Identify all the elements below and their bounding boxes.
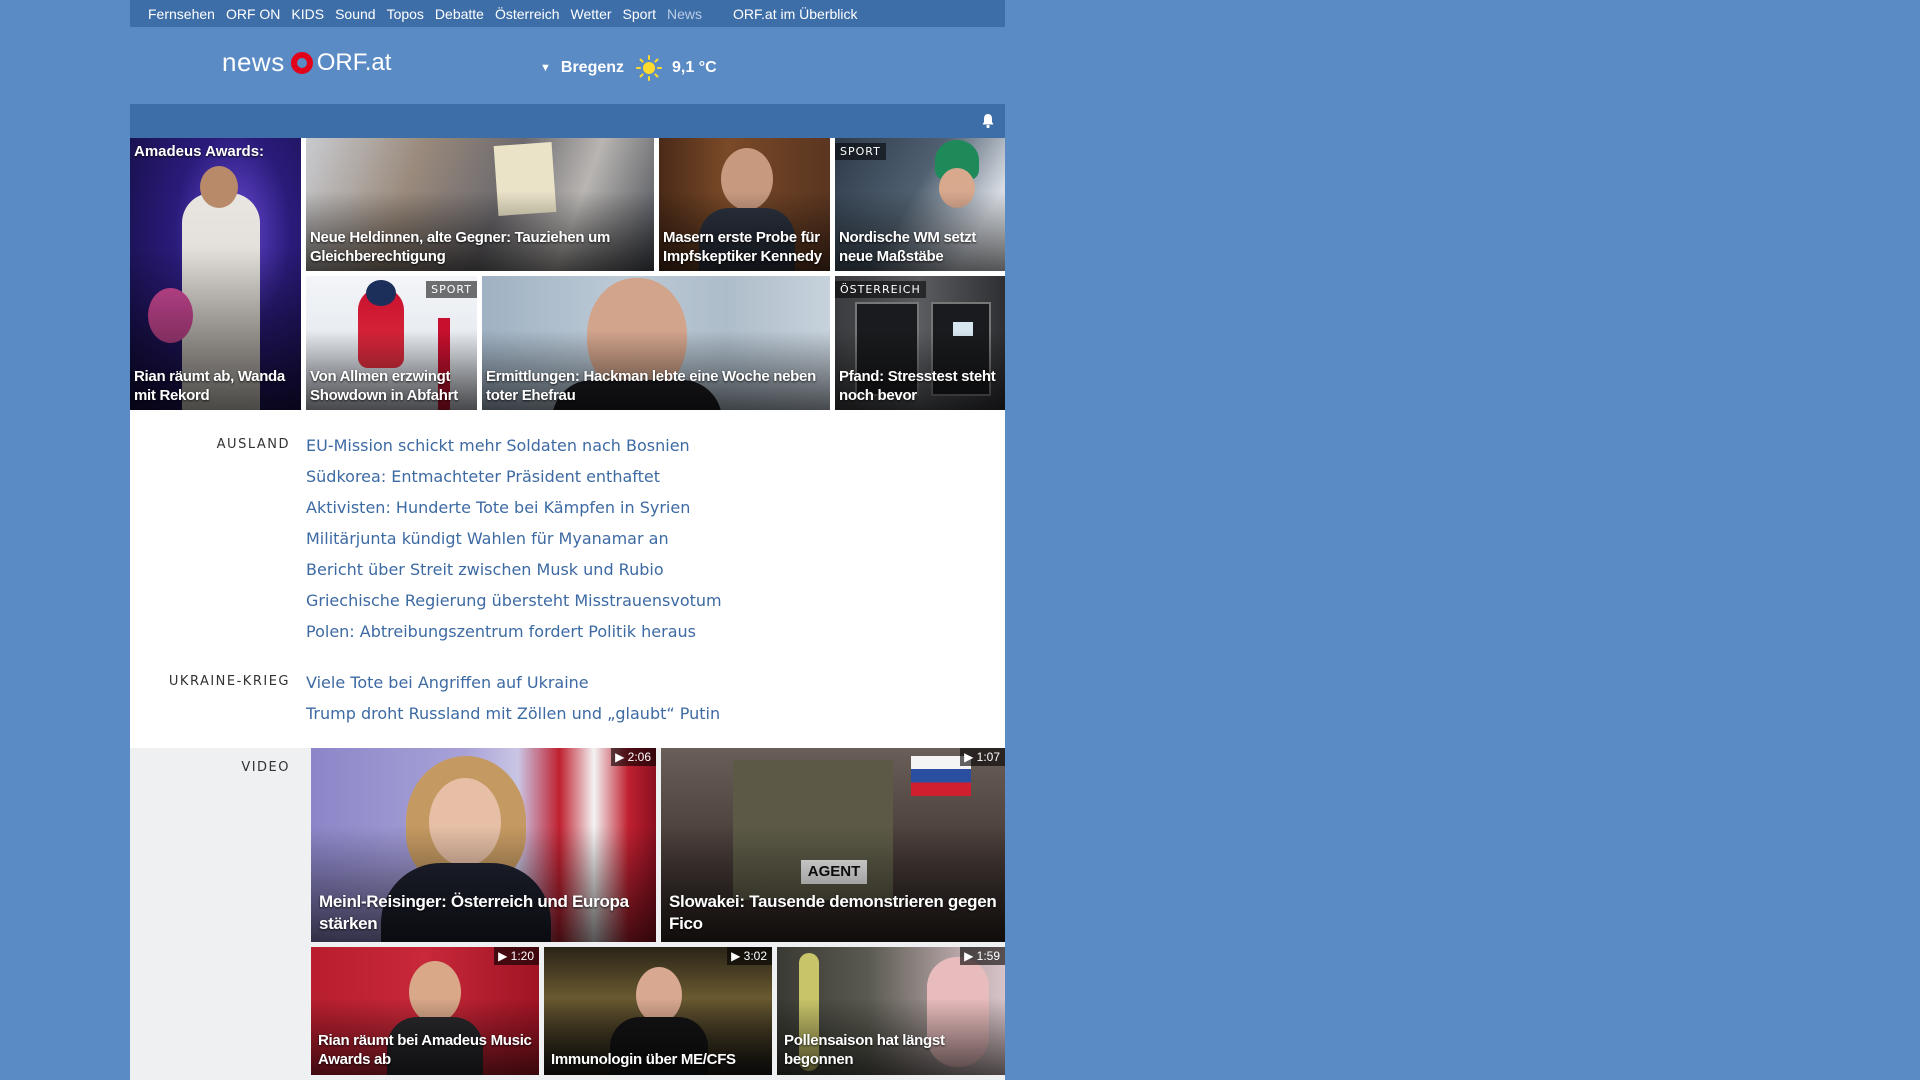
bell-icon[interactable] [981,113,995,129]
video-duration-text: 1:20 [510,949,534,963]
tile-caption: Von Allmen erzwingt Showdown in Abfahrt [310,368,458,404]
tile-hackman[interactable]: Ermittlungen: Hackman lebte eine Woche n… [482,276,830,410]
weather-location[interactable]: Bregenz [561,59,624,77]
video-caption: Immunologin über ME/CFS [551,1051,736,1068]
tile-top-label: Amadeus Awards: [134,143,265,160]
video-caption: Rian räumt bei Amadeus Music Awards ab [318,1032,532,1068]
video-tile[interactable]: AGENT ▶ 1:07 Slowakei: Tausende demonstr… [661,748,1005,942]
play-icon: ▶ [964,750,977,764]
section-ukraine-krieg: UKRAINE-KRIEG Viele Tote bei Angriffen a… [130,666,1005,728]
nav-sport[interactable]: Sport [623,6,656,22]
list-item: Südkorea: Entmachteter Präsident enthaft… [306,461,722,492]
video-tile[interactable]: ▶ 2:06 Meinl-Reisinger: Österreich und E… [311,748,656,942]
nav-overview[interactable]: ORF.at im Überblick [733,6,857,22]
section-label: AUSLAND [216,437,290,452]
video-duration-text: 1:07 [976,750,1000,764]
headline-link[interactable]: Trump droht Russland mit Zöllen und „gla… [306,704,720,723]
headline-link[interactable]: Bericht über Streit zwischen Musk und Ru… [306,560,664,579]
nav-orf-on[interactable]: ORF ON [226,6,280,22]
tile-caption: Nordische WM setzt neue Maßstäbe [839,229,977,265]
tile-amadeus-awards[interactable]: Amadeus Awards: Rian räumt ab, Wanda mit… [130,138,301,410]
tile-nordische-wm[interactable]: SPORT Nordische WM setzt neue Maßstäbe [835,138,1005,271]
list-item: Viele Tote bei Angriffen auf Ukraine [306,667,720,698]
nav-kids[interactable]: KIDS [291,6,324,22]
tile-masern[interactable]: Masern erste Probe für Impfskeptiker Ken… [659,138,830,271]
sun-icon [636,55,663,81]
list-item: Polen: Abtreibungszentrum fordert Politi… [306,616,722,647]
video-tile[interactable]: ▶ 1:20 Rian räumt bei Amadeus Music Awar… [311,947,539,1075]
play-icon: ▶ [731,949,744,963]
section-label: VIDEO [241,760,290,775]
section-ausland: AUSLAND EU-Mission schickt mehr Soldaten… [130,429,1005,646]
weather-widget[interactable]: ▼ Bregenz 9,1 °C [540,55,717,81]
headline-link[interactable]: Militärjunta kündigt Wahlen für Myanamar… [306,529,669,548]
video-caption: Meinl-Reisinger: Österreich und Europa s… [319,892,629,933]
tile-caption: Rian räumt ab, Wanda mit Rekord [134,368,285,404]
video-tile[interactable]: ▶ 1:59 Pollensaison hat längst begonnen [777,947,1005,1075]
video-duration: ▶ 3:02 [727,947,772,965]
list-item: Griechische Regierung übersteht Misstrau… [306,585,722,616]
video-section: VIDEO ▶ 2:06 Meinl-Reisinger: Österreich… [130,748,1005,1080]
page: Fernsehen ORF ON KIDS Sound Topos Debatt… [130,0,1005,1080]
tile-tag: ÖSTERREICH [835,281,926,298]
news-orf-logo[interactable]: news ORF.at [222,47,391,78]
nav-topos[interactable]: Topos [387,6,424,22]
tile-pfand[interactable]: ÖSTERREICH Pfand: Stresstest steht noch … [835,276,1005,410]
site-header: news ORF.at ▼ Bregenz 9,1 °C [130,27,1005,104]
play-icon: ▶ [964,949,977,963]
tile-caption: Masern erste Probe für Impfskeptiker Ken… [663,229,822,265]
headline-link[interactable]: Südkorea: Entmachteter Präsident enthaft… [306,467,660,486]
weather-temperature: 9,1 °C [672,59,717,76]
headline-link[interactable]: Aktivisten: Hunderte Tote bei Kämpfen in… [306,498,690,517]
tile-caption: Neue Heldinnen, alte Gegner: Tauziehen u… [310,229,610,265]
logo-news-text: news [222,47,285,77]
tile-tag: SPORT [835,143,886,160]
list-item: Aktivisten: Hunderte Tote bei Kämpfen in… [306,492,722,523]
orf-ring-icon [290,51,313,74]
news-lists: AUSLAND EU-Mission schickt mehr Soldaten… [130,410,1005,748]
nav-fernsehen[interactable]: Fernsehen [148,6,215,22]
video-caption: Slowakei: Tausende demonstrieren gegen F… [669,892,997,933]
top-navigation: Fernsehen ORF ON KIDS Sound Topos Debatt… [130,0,1005,27]
tile-caption: Ermittlungen: Hackman lebte eine Woche n… [486,368,816,404]
video-tile[interactable]: ▶ 3:02 Immunologin über ME/CFS [544,947,772,1075]
section-label: UKRAINE-KRIEG [168,674,290,689]
list-item: EU-Mission schickt mehr Soldaten nach Bo… [306,430,722,461]
notification-bar [130,104,1005,138]
video-duration: ▶ 1:59 [960,947,1005,965]
video-duration: ▶ 1:20 [494,947,539,965]
tile-von-allmen[interactable]: SPORT Von Allmen erzwingt Showdown in Ab… [306,276,477,410]
tile-tag: SPORT [426,281,477,298]
nav-news[interactable]: News [667,6,702,22]
tile-neue-heldinnen[interactable]: Neue Heldinnen, alte Gegner: Tauziehen u… [306,138,654,271]
video-caption: Pollensaison hat längst begonnen [784,1032,945,1068]
nav-wetter[interactable]: Wetter [571,6,612,22]
list-item: Bericht über Streit zwischen Musk und Ru… [306,554,722,585]
video-duration: ▶ 1:07 [960,748,1005,766]
play-icon: ▶ [615,750,628,764]
tile-figure-head [200,166,238,208]
play-icon: ▶ [498,949,511,963]
nav-debatte[interactable]: Debatte [435,6,484,22]
list-item: Trump droht Russland mit Zöllen und „gla… [306,698,720,729]
tile-helmet [366,280,396,306]
tile-caption: Pfand: Stresstest steht noch bevor [839,368,996,404]
headline-link[interactable]: EU-Mission schickt mehr Soldaten nach Bo… [306,436,690,455]
nav-sound[interactable]: Sound [335,6,375,22]
headline-link[interactable]: Polen: Abtreibungszentrum fordert Politi… [306,622,696,641]
headline-link[interactable]: Griechische Regierung übersteht Misstrau… [306,591,722,610]
video-duration: ▶ 2:06 [611,748,656,766]
headline-link[interactable]: Viele Tote bei Angriffen auf Ukraine [306,673,589,692]
video-duration-text: 2:06 [627,750,651,764]
chevron-down-icon[interactable]: ▼ [540,62,551,74]
top-stories: Amadeus Awards: Rian räumt ab, Wanda mit… [130,138,1005,410]
video-duration-text: 1:59 [976,949,1000,963]
video-duration-text: 3:02 [743,949,767,963]
headline-list: EU-Mission schickt mehr Soldaten nach Bo… [306,430,722,647]
nav-oesterreich[interactable]: Österreich [495,6,560,22]
logo-orf-text: ORF.at [316,48,392,76]
list-item: Militärjunta kündigt Wahlen für Myanamar… [306,523,722,554]
headline-list: Viele Tote bei Angriffen auf Ukraine Tru… [306,667,720,729]
